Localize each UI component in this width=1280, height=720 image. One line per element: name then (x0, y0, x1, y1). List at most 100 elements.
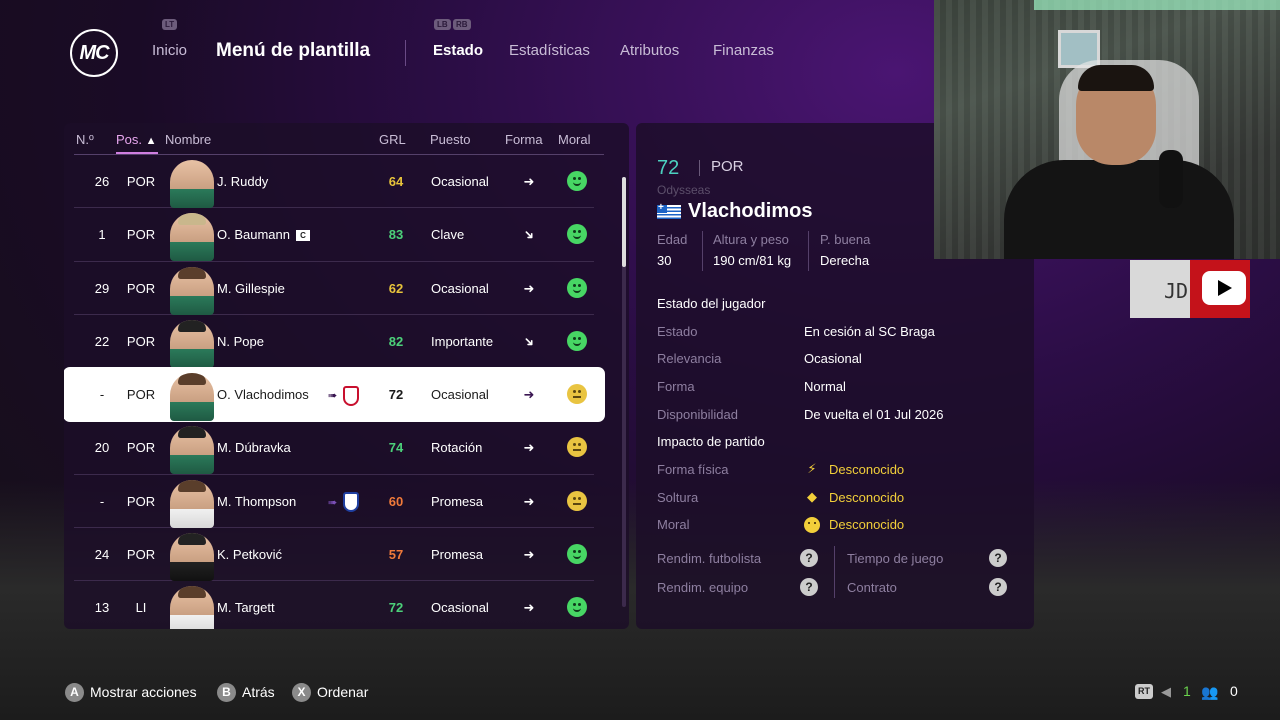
match-impact-title: Impacto de partido (657, 434, 765, 449)
player-row-selected[interactable]: - POR O. Vlachodimos ➠ 72 Ocasional ➜ (64, 368, 604, 422)
player-number: 22 (94, 333, 110, 349)
diamond-icon: ◆ (807, 489, 817, 504)
scrollbar-thumb[interactable] (622, 177, 626, 267)
player-photo (170, 479, 214, 528)
help-icon[interactable]: ? (989, 549, 1007, 567)
estado-label: Estado (657, 324, 698, 339)
rend-equipo-label: Rendim. equipo (657, 580, 749, 595)
player-rating: 57 (388, 547, 404, 563)
forma-fisica-value: Desconocido (829, 462, 905, 477)
squad-table: N.º Pos. ▲ Nombre GRL Puesto Forma Moral… (64, 123, 629, 629)
youtube-play-icon (1202, 271, 1246, 305)
player-role: Importante (431, 333, 494, 349)
player-name: O. Vlachodimos (217, 387, 309, 403)
loan-status: ➠ (328, 475, 374, 528)
player-row[interactable]: 20 POR M. Dúbravka 74 Rotación ➜ (74, 421, 594, 475)
player-row[interactable]: 24 POR K. Petković 57 Promesa ➜ (74, 528, 594, 582)
player-name: N. Pope (217, 333, 264, 349)
tab-estadisticas[interactable]: Estadísticas (509, 42, 590, 59)
soltura-value: Desconocido (829, 490, 905, 505)
moral-neutral-icon (567, 475, 591, 528)
player-photo (170, 533, 214, 582)
detail-first-name: Odysseas (657, 183, 711, 197)
led-strip (1034, 0, 1280, 10)
player-photo (170, 266, 214, 315)
moral-happy-icon (567, 155, 591, 208)
player-position: LI (135, 600, 147, 616)
help-icon[interactable]: ? (800, 549, 818, 567)
stat-divider (702, 231, 703, 271)
player-position: POR (126, 493, 156, 509)
col-grl[interactable]: GRL (379, 132, 406, 147)
col-form[interactable]: Forma (505, 132, 543, 147)
help-icon[interactable]: ? (800, 578, 818, 596)
tab-estado[interactable]: Estado (433, 42, 483, 59)
moral-happy-icon (567, 208, 591, 261)
player-name: M. Gillespie (217, 280, 285, 296)
player-row[interactable]: - POR M. Thompson ➠ 60 Promesa ➜ (74, 475, 594, 529)
lt-hint-badge: LT (162, 19, 178, 30)
player-row[interactable]: 26 POR J. Ruddy 64 Ocasional ➜ (74, 155, 594, 209)
speaker-icon: ◀ (1161, 684, 1171, 699)
col-role[interactable]: Puesto (430, 132, 470, 147)
braga-crest-icon (343, 385, 360, 406)
player-photo (170, 373, 214, 422)
captain-badge-icon: C (296, 230, 310, 242)
player-photo (170, 319, 214, 368)
loan-arrow-icon: ➠ (328, 496, 337, 509)
player-number: 20 (94, 440, 110, 456)
col-moral[interactable]: Moral (558, 132, 591, 147)
sort-button[interactable]: X Ordenar (292, 682, 368, 702)
col-name[interactable]: Nombre (165, 132, 211, 147)
player-photo (170, 213, 214, 262)
detail-divider (699, 160, 700, 176)
form-down-icon: ➜ (519, 225, 539, 244)
player-photo (170, 160, 214, 208)
relevancia-value: Ocasional (804, 351, 862, 366)
people-count: 0 (1230, 683, 1238, 699)
rend-futbolista-label: Rendim. futbolista (657, 551, 762, 566)
player-role: Ocasional (431, 600, 489, 616)
rb-hint-badge: RB (453, 19, 471, 30)
player-row[interactable]: 13 LI M. Targett 72 Ocasional ➜ (74, 581, 594, 629)
player-status-title: Estado del jugador (657, 296, 766, 311)
nav-home[interactable]: Inicio (152, 42, 187, 59)
tab-finanzas[interactable]: Finanzas (713, 42, 774, 59)
player-position: POR (126, 387, 156, 403)
player-row[interactable]: 1 POR O. Baumann C 83 Clave ➜ (74, 208, 594, 262)
age-label: Edad (657, 232, 688, 247)
player-name: J. Ruddy (217, 174, 269, 189)
show-actions-button[interactable]: A Mostrar acciones (65, 682, 197, 702)
form-down-icon: ➜ (519, 332, 539, 351)
relevancia-label: Relevancia (657, 351, 722, 366)
back-button[interactable]: B Atrás (217, 682, 275, 702)
col-pos[interactable]: Pos. ▲ (116, 132, 157, 147)
microphone-icon (1159, 150, 1183, 208)
age-value: 30 (657, 253, 672, 268)
tab-atributos[interactable]: Atributos (620, 42, 679, 59)
disponibilidad-value: De vuelta el 01 Jul 2026 (804, 407, 944, 422)
tiempo-juego-label: Tiempo de juego (847, 551, 944, 566)
mc-logo: MC (70, 29, 118, 77)
player-position: POR (126, 280, 156, 296)
form-steady-icon: ➜ (523, 547, 535, 563)
player-photo (170, 426, 214, 475)
player-position: POR (126, 174, 156, 189)
lightning-icon: ⚡ (807, 461, 817, 476)
player-name: O. Baumann C (217, 208, 310, 261)
player-rating: 62 (388, 280, 404, 296)
forma-label: Forma (657, 379, 695, 394)
player-role: Clave (431, 227, 465, 243)
player-row[interactable]: 29 POR M. Gillespie 62 Ocasional ➜ (74, 262, 594, 315)
player-name: M. Targett (217, 600, 275, 616)
streamer (1004, 65, 1234, 259)
sort-indicator (116, 152, 158, 154)
col-num[interactable]: N.º (76, 132, 94, 147)
forma-value: Normal (804, 379, 846, 394)
player-role: Ocasional (431, 280, 489, 296)
moral-label: Moral (657, 517, 690, 532)
help-icon[interactable]: ? (989, 578, 1007, 596)
player-row[interactable]: 22 POR N. Pope 82 Importante ➜ (74, 315, 594, 369)
height-weight-label: Altura y peso (713, 232, 789, 247)
player-position: POR (126, 547, 156, 563)
